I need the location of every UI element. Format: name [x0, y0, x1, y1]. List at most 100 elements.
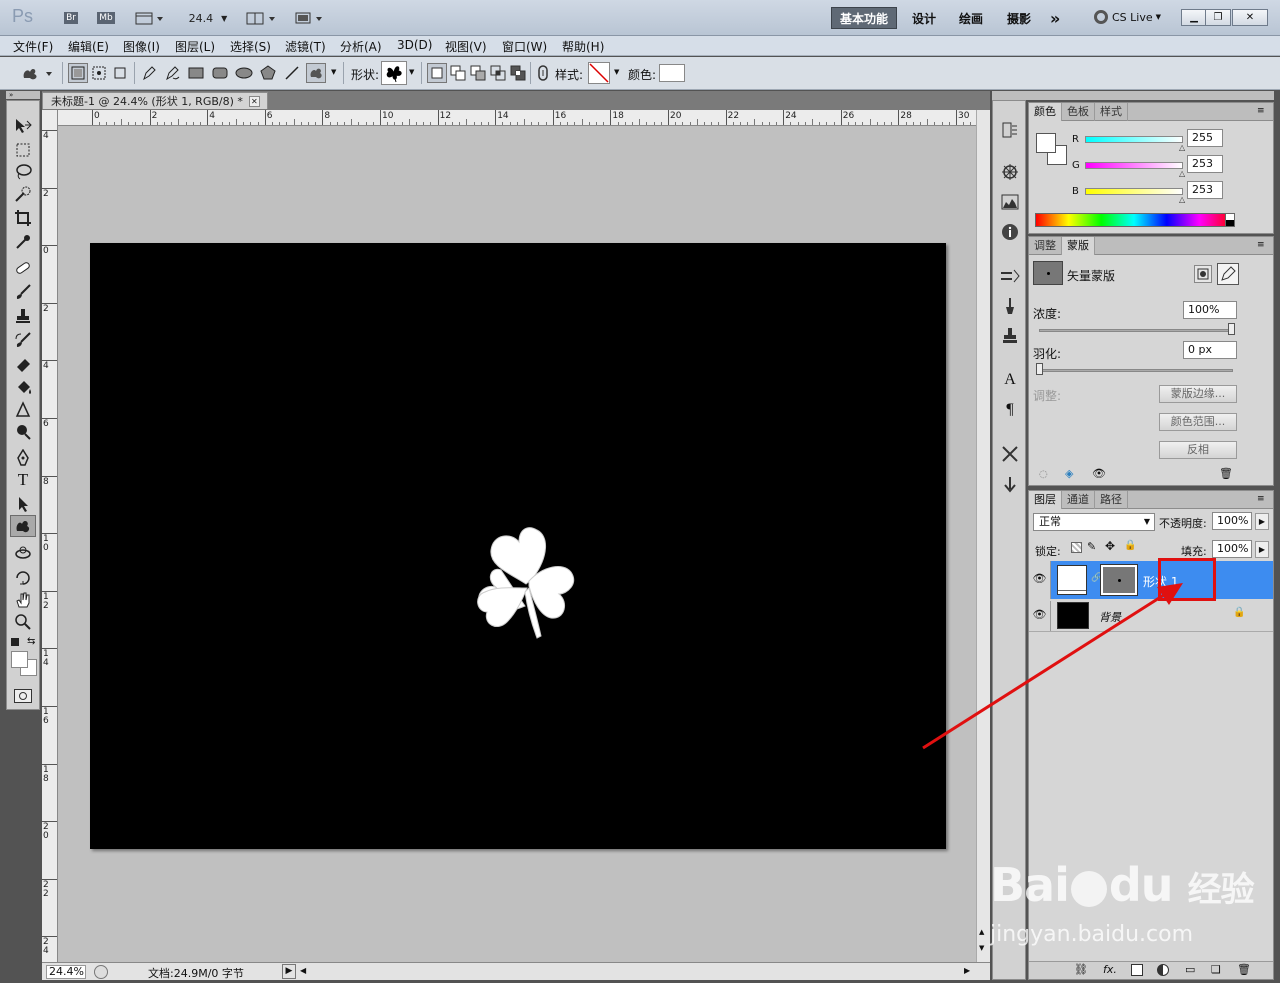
- density-field[interactable]: 100%: [1183, 301, 1237, 319]
- menu-analysis[interactable]: 分析(A): [340, 38, 382, 55]
- fill-pixels-mode-button[interactable]: [110, 63, 130, 83]
- menu-filter[interactable]: 滤镜(T): [285, 38, 326, 55]
- adjustment-layer-icon[interactable]: [1157, 964, 1169, 976]
- minimize-button[interactable]: ▁: [1181, 9, 1207, 26]
- scroll-left-icon[interactable]: ◀: [300, 966, 306, 975]
- menu-image[interactable]: 图像(I): [123, 38, 160, 55]
- tab-layers[interactable]: 图层: [1029, 491, 1062, 509]
- workspace-design[interactable]: 设计: [904, 7, 944, 29]
- density-slider-thumb[interactable]: [1228, 323, 1235, 335]
- opacity-field[interactable]: 100%: [1212, 512, 1252, 530]
- custom-shape-tool-option[interactable]: [306, 63, 326, 83]
- tab-styles[interactable]: 样式: [1095, 103, 1128, 121]
- g-slider[interactable]: [1085, 162, 1183, 169]
- zoom-field[interactable]: 24.4%: [46, 965, 86, 979]
- more-workspaces-button[interactable]: »: [1042, 7, 1068, 29]
- color-range-button[interactable]: 颜色范围...: [1159, 413, 1237, 431]
- tool-preset-picker[interactable]: [18, 63, 56, 83]
- menu-layer[interactable]: 图层(L): [175, 38, 215, 55]
- tab-paths[interactable]: 路径: [1095, 491, 1128, 509]
- screen-mode-button[interactable]: [292, 7, 326, 29]
- history-brush-tool[interactable]: [10, 329, 36, 351]
- history-panel-icon[interactable]: [999, 119, 1021, 141]
- navigator-panel-icon[interactable]: [999, 161, 1021, 183]
- feather-field[interactable]: 0 px: [1183, 341, 1237, 359]
- arrange-documents-button[interactable]: [244, 7, 278, 29]
- style-picker[interactable]: [588, 62, 610, 84]
- layer-visibility-eye-icon[interactable]: 👁: [1029, 601, 1051, 631]
- visibility-eye-icon[interactable]: 👁: [1092, 467, 1106, 480]
- layer-thumbnail[interactable]: [1057, 602, 1089, 629]
- lock-image-icon[interactable]: ✎: [1087, 540, 1096, 553]
- g-value-field[interactable]: 253: [1187, 155, 1223, 173]
- path-selection-tool[interactable]: [10, 493, 36, 515]
- chevron-down-icon[interactable]: ▼: [614, 68, 619, 76]
- invert-button[interactable]: 反相: [1159, 441, 1237, 459]
- brush-tool[interactable]: [10, 281, 36, 303]
- lasso-tool[interactable]: [10, 161, 36, 183]
- close-document-icon[interactable]: ✕: [248, 95, 260, 107]
- document-canvas[interactable]: [90, 243, 946, 849]
- vector-mask-button[interactable]: [1217, 263, 1239, 285]
- tab-masks[interactable]: 蒙版: [1062, 237, 1095, 255]
- quick-mask-button[interactable]: [14, 689, 32, 703]
- brushes-panel-icon[interactable]: [999, 295, 1021, 317]
- feather-slider[interactable]: [1039, 369, 1233, 372]
- fill-arrow[interactable]: ▶: [1255, 541, 1269, 558]
- quick-selection-tool[interactable]: [10, 183, 36, 205]
- brush-presets-panel-icon[interactable]: [999, 265, 1021, 287]
- move-tool[interactable]: [10, 115, 36, 137]
- scroll-right-icon[interactable]: ▶: [964, 966, 970, 975]
- character-panel-icon[interactable]: A: [999, 369, 1021, 391]
- bridge-button[interactable]: Br: [62, 7, 80, 29]
- opacity-arrow[interactable]: ▶: [1255, 513, 1269, 530]
- mini-bridge-button[interactable]: Mb: [96, 7, 116, 29]
- menu-window[interactable]: 窗口(W): [502, 38, 547, 55]
- 3d-orbit-tool[interactable]: [10, 567, 36, 589]
- pen-tool[interactable]: [10, 447, 36, 469]
- foreground-color-swatch[interactable]: [1036, 133, 1056, 153]
- shape-layers-mode-button[interactable]: [68, 63, 88, 83]
- chevron-down-icon[interactable]: ▼: [409, 68, 414, 76]
- clone-stamp-tool[interactable]: [10, 305, 36, 327]
- color-swatch[interactable]: [659, 64, 685, 82]
- tab-swatches[interactable]: 色板: [1062, 103, 1095, 121]
- document-tab[interactable]: 未标题-1 @ 24.4% (形状 1, RGB/8) * ✕: [42, 92, 268, 109]
- lock-position-icon[interactable]: ✥: [1105, 539, 1115, 553]
- fill-field[interactable]: 100%: [1212, 540, 1252, 558]
- tools-collapse-button[interactable]: »: [6, 91, 40, 99]
- b-value-field[interactable]: 253: [1187, 181, 1223, 199]
- panel-menu-icon[interactable]: ≡: [1257, 106, 1265, 116]
- panel-menu-icon[interactable]: ≡: [1257, 240, 1265, 250]
- trash-icon[interactable]: 🗑: [1219, 467, 1233, 480]
- custom-shape-tool[interactable]: [10, 515, 36, 537]
- status-menu-arrow[interactable]: ▶: [282, 964, 296, 979]
- blend-mode-dropdown[interactable]: 正常 ▼: [1033, 513, 1155, 531]
- add-mask-icon[interactable]: [1131, 964, 1143, 976]
- color-spectrum-bar[interactable]: [1035, 213, 1233, 227]
- menu-file[interactable]: 文件(F): [13, 38, 53, 55]
- status-options-icon[interactable]: [94, 965, 108, 979]
- line-tool-option[interactable]: [282, 63, 302, 83]
- vertical-scrollbar[interactable]: ▲ ▼: [976, 110, 990, 962]
- tool-presets-panel-icon[interactable]: [999, 443, 1021, 465]
- paint-bucket-tool[interactable]: [10, 377, 36, 399]
- r-slider-thumb[interactable]: △: [1179, 143, 1185, 152]
- r-slider[interactable]: [1085, 136, 1183, 143]
- new-layer-mode-button[interactable]: [427, 63, 447, 83]
- histogram-panel-icon[interactable]: [999, 191, 1021, 213]
- new-group-icon[interactable]: ▭: [1185, 963, 1195, 976]
- info-panel-icon[interactable]: [999, 221, 1021, 243]
- scroll-down-icon[interactable]: ▼: [979, 944, 984, 952]
- g-slider-thumb[interactable]: △: [1179, 169, 1185, 178]
- dodge-tool[interactable]: [10, 421, 36, 443]
- layer-row-shape[interactable]: 👁 🔗 形状 1: [1029, 561, 1273, 599]
- tab-channels[interactable]: 通道: [1062, 491, 1095, 509]
- eraser-tool[interactable]: [10, 353, 36, 375]
- blur-tool[interactable]: [10, 399, 36, 421]
- freeform-pen-tool-option[interactable]: [162, 63, 182, 83]
- zoom-tool[interactable]: [10, 611, 36, 633]
- tab-color[interactable]: 颜色: [1029, 103, 1062, 121]
- default-colors-icon[interactable]: [11, 638, 19, 646]
- feather-slider-thumb[interactable]: [1036, 363, 1043, 375]
